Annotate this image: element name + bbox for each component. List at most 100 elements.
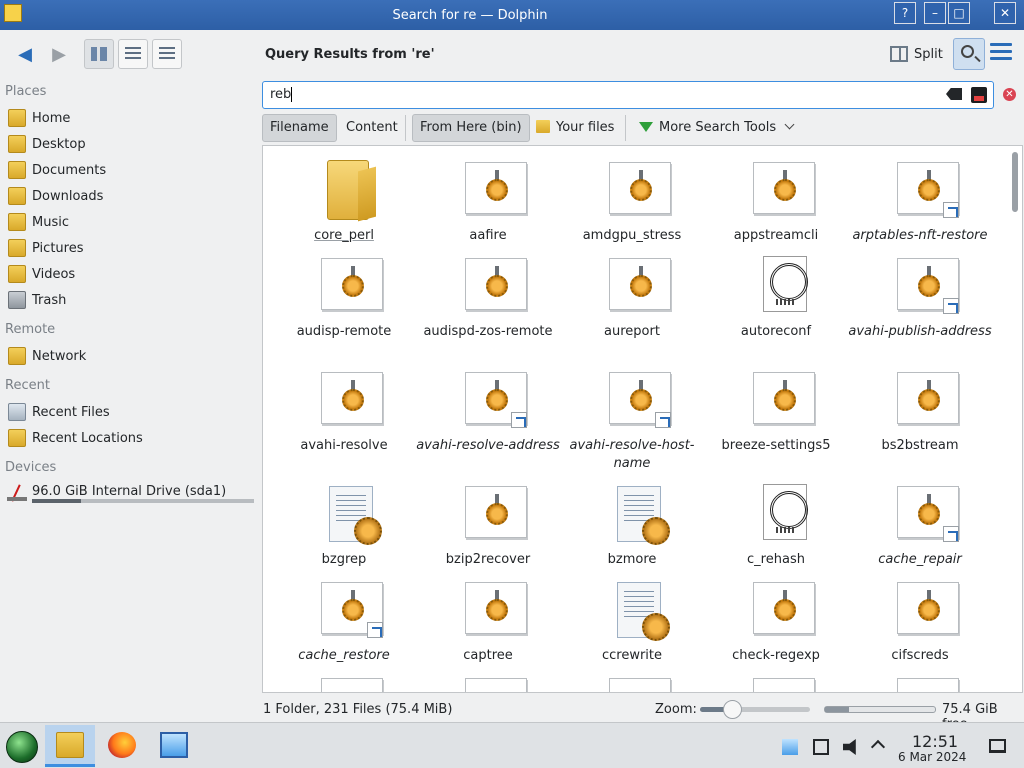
file-item[interactable]: audisp-remote	[272, 246, 416, 340]
icons-view-button[interactable]	[84, 39, 114, 69]
executable-icon	[897, 582, 961, 640]
file-name: cifscreds	[891, 648, 949, 663]
zoom-slider-handle[interactable]	[723, 700, 742, 719]
file-name: check-regexp	[732, 648, 820, 663]
sidebar-item-network[interactable]: Network	[0, 344, 256, 368]
file-item[interactable]: appstreamcli	[704, 150, 848, 244]
file-name: amdgpu_stress	[582, 228, 682, 243]
show-desktop-button[interactable]	[989, 739, 1006, 753]
home-folder-icon	[8, 109, 26, 127]
file-item[interactable]: core_perl	[272, 150, 416, 244]
file-item[interactable]: ccrewrite	[560, 570, 704, 664]
file-item[interactable]: avahi-publish-address	[848, 246, 992, 340]
sidebar-item-home[interactable]: Home	[0, 106, 256, 130]
file-item[interactable]: cifscreds	[848, 570, 992, 664]
file-item[interactable]: bzgrep	[272, 474, 416, 568]
file-item[interactable]: audispd-zos-remote	[416, 246, 560, 340]
sidebar-item-documents[interactable]: Documents	[0, 158, 256, 182]
filter-separator	[405, 115, 406, 141]
your-files-filter-button[interactable]: Your files	[529, 114, 621, 142]
status-bar: 1 Folder, 231 Files (75.4 MiB) Zoom: 75.…	[0, 694, 1024, 732]
file-item[interactable]: aafire	[416, 150, 560, 244]
split-button[interactable]: Split	[886, 40, 947, 68]
certificate-file-icon	[753, 256, 817, 316]
executable-link-icon	[897, 162, 961, 220]
file-item[interactable]	[416, 666, 560, 692]
vertical-scrollbar[interactable]	[1012, 152, 1018, 212]
executable-icon	[609, 162, 673, 220]
task-firefox[interactable]	[97, 725, 147, 767]
clipboard-tray-icon[interactable]	[813, 739, 829, 755]
file-item[interactable]: avahi-resolve	[272, 360, 416, 454]
file-item[interactable]: bzmore	[560, 474, 704, 568]
network-folder-icon	[8, 347, 26, 365]
more-search-tools-button[interactable]: More Search Tools	[632, 114, 800, 142]
file-name: audisp-remote	[296, 324, 392, 339]
file-item[interactable]	[560, 666, 704, 692]
sidebar-item-trash[interactable]: Trash	[0, 288, 256, 312]
file-item[interactable]: autoreconf	[704, 246, 848, 340]
forward-button[interactable]: ▶	[44, 39, 74, 69]
close-button[interactable]: ✕	[994, 2, 1016, 24]
file-name: captree	[463, 648, 513, 663]
script-file-icon	[609, 486, 673, 545]
file-item[interactable]: avahi-resolve-address	[416, 360, 560, 454]
sidebar-item-desktop[interactable]: Desktop	[0, 132, 256, 156]
file-item[interactable]	[272, 666, 416, 692]
from-here-filter-button[interactable]: From Here (bin)	[412, 114, 530, 142]
sidebar-item-pictures[interactable]: Pictures	[0, 236, 256, 260]
volume-muted-icon[interactable]	[843, 739, 856, 755]
search-input[interactable]: reb	[262, 81, 994, 109]
sidebar-item-downloads[interactable]: Downloads	[0, 184, 256, 208]
file-item[interactable]: bs2bstream	[848, 360, 992, 454]
file-item[interactable]: cache_restore	[272, 570, 416, 664]
file-item[interactable]: avahi-resolve-host-name	[560, 360, 704, 471]
file-name: c_rehash	[747, 552, 805, 567]
executable-icon	[465, 162, 529, 220]
back-button[interactable]: ◀	[10, 39, 40, 69]
clock-date[interactable]: 6 Mar 2024	[898, 750, 966, 764]
file-item[interactable]: arptables-nft-restore	[848, 150, 992, 244]
file-item[interactable]: bzip2recover	[416, 474, 560, 568]
sidebar-item-recent-locations[interactable]: Recent Locations	[0, 426, 256, 450]
details-view-button[interactable]	[152, 39, 182, 69]
file-item[interactable]: check-regexp	[704, 570, 848, 664]
hamburger-menu-button[interactable]	[990, 43, 1012, 63]
executable-icon	[321, 678, 385, 692]
file-item[interactable]: amdgpu_stress	[560, 150, 704, 244]
compact-view-button[interactable]	[118, 39, 148, 69]
task-system-settings[interactable]	[149, 725, 199, 767]
sidebar-item-recent-files[interactable]: Recent Files	[0, 400, 256, 424]
search-toggle-button[interactable]	[953, 38, 985, 70]
task-dolphin[interactable]	[45, 725, 95, 767]
filename-filter-button[interactable]: Filename	[262, 114, 337, 142]
compact-view-icon	[125, 47, 141, 61]
close-search-icon[interactable]: ✕	[1003, 88, 1016, 101]
minimize-button[interactable]: –	[924, 2, 946, 24]
updates-tray-icon[interactable]	[782, 739, 798, 755]
save-search-icon[interactable]	[971, 87, 987, 103]
script-file-icon	[321, 486, 385, 545]
sidebar-item-videos[interactable]: Videos	[0, 262, 256, 286]
content-filter-button[interactable]: Content	[339, 114, 405, 142]
file-name: ccrewrite	[601, 648, 663, 663]
file-item[interactable]	[848, 666, 992, 692]
help-button[interactable]: ?	[894, 2, 916, 24]
file-item[interactable]: captree	[416, 570, 560, 664]
recent-heading: Recent	[5, 378, 50, 393]
file-item[interactable]: c_rehash	[704, 474, 848, 568]
taskbar: 12:51 6 Mar 2024	[0, 722, 1024, 768]
file-item[interactable]: aureport	[560, 246, 704, 340]
clock-time[interactable]: 12:51	[912, 732, 958, 751]
maximize-button[interactable]: □	[948, 2, 970, 24]
chevron-up-icon[interactable]	[870, 739, 886, 755]
places-panel: Places Home Desktop Documents Downloads …	[0, 78, 258, 720]
executable-icon	[753, 582, 817, 640]
file-item[interactable]	[704, 666, 848, 692]
application-launcher-button[interactable]	[6, 731, 38, 763]
zoom-slider-track[interactable]	[700, 707, 810, 712]
file-item[interactable]: cache_repair	[848, 474, 992, 568]
file-item[interactable]: breeze-settings5	[704, 360, 848, 454]
sidebar-item-music[interactable]: Music	[0, 210, 256, 234]
file-view[interactable]: core_perl aafire amdgpu_stress appstreamcli…	[262, 145, 1023, 693]
